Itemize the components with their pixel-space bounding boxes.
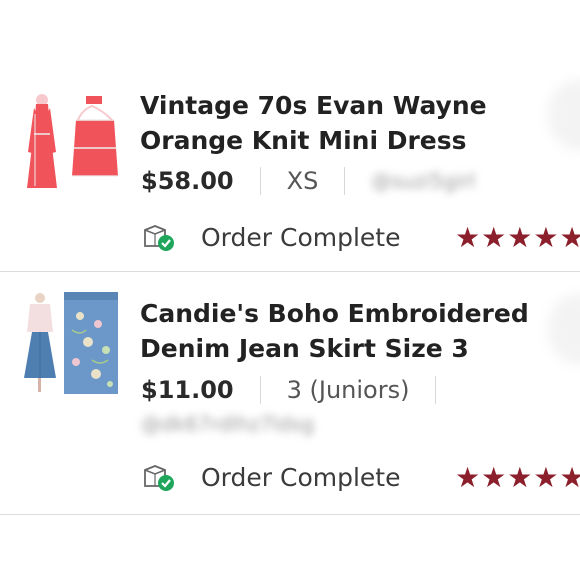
product-title[interactable]: Candie's Boho Embroidered Denim Jean Ski…	[140, 296, 535, 366]
blurred-content	[548, 294, 580, 364]
separator	[259, 167, 261, 195]
star-icon: ★	[455, 221, 481, 254]
order-status: Order Complete	[142, 460, 400, 494]
divider	[0, 514, 580, 515]
price: $11.00	[141, 376, 234, 404]
star-icon: ★	[559, 221, 580, 254]
order-meta: $11.00 3 (Juniors)	[141, 373, 462, 407]
order-meta: $58.00 XS @suzi5girl	[141, 164, 475, 198]
product-image[interactable]	[20, 90, 120, 204]
star-icon: ★	[533, 221, 559, 254]
separator	[435, 376, 437, 404]
size: XS	[286, 167, 319, 195]
status-label: Order Complete	[201, 462, 401, 492]
size: 3 (Juniors)	[286, 376, 410, 404]
separator	[344, 167, 346, 195]
rating-stars: ★ ★ ★ ★ ★	[455, 224, 580, 252]
order-card[interactable]: Vintage 70s Evan Wayne Orange Knit Mini …	[0, 74, 580, 271]
seller-handle[interactable]: @dk67rdlhz7ldsg	[141, 412, 314, 436]
star-icon: ★	[455, 461, 481, 494]
product-image[interactable]	[20, 290, 120, 396]
star-icon: ★	[481, 221, 507, 254]
star-icon: ★	[559, 461, 580, 494]
order-history-page: Vintage 70s Evan Wayne Orange Knit Mini …	[0, 0, 580, 580]
status-label: Order Complete	[201, 222, 401, 252]
order-status: Order Complete	[142, 220, 400, 254]
order-card[interactable]: Candie's Boho Embroidered Denim Jean Ski…	[0, 272, 580, 514]
star-icon: ★	[507, 461, 533, 494]
star-icon: ★	[507, 221, 533, 254]
rating-stars: ★ ★ ★ ★ ★	[455, 464, 580, 492]
seller-handle[interactable]: @suzi5girl	[371, 169, 475, 193]
product-title[interactable]: Vintage 70s Evan Wayne Orange Knit Mini …	[140, 88, 535, 158]
package-check-icon	[142, 222, 176, 252]
blurred-content	[548, 80, 580, 150]
package-check-icon	[142, 462, 176, 492]
star-icon: ★	[481, 461, 507, 494]
price: $58.00	[141, 167, 234, 195]
star-icon: ★	[533, 461, 559, 494]
separator	[259, 376, 261, 404]
